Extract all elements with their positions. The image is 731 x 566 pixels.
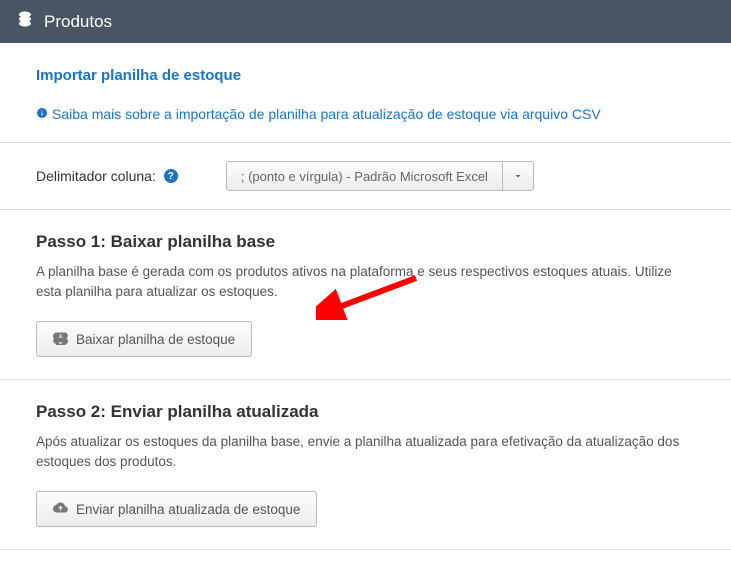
page-title: Produtos: [44, 12, 112, 32]
step-2: Passo 2: Enviar planilha atualizada Após…: [36, 380, 695, 549]
chevron-down-icon[interactable]: [503, 162, 533, 190]
delimiter-select[interactable]: ; (ponto e vírgula) - Padrão Microsoft E…: [226, 161, 534, 191]
info-link[interactable]: Saiba mais sobre a importação de planilh…: [36, 106, 601, 122]
step-1-description: A planilha base é gerada com os produtos…: [36, 262, 695, 301]
divider: [0, 549, 731, 550]
step-2-title: Passo 2: Enviar planilha atualizada: [36, 402, 695, 422]
download-sheet-button[interactable]: Baixar planilha de estoque: [36, 321, 252, 357]
delimiter-selected: ; (ponto e vírgula) - Padrão Microsoft E…: [227, 162, 503, 190]
download-sheet-label: Baixar planilha de estoque: [76, 332, 235, 347]
upload-sheet-button[interactable]: Enviar planilha atualizada de estoque: [36, 491, 317, 527]
help-icon[interactable]: ?: [164, 169, 178, 183]
upload-sheet-label: Enviar planilha atualizada de estoque: [76, 502, 300, 517]
step-1: Passo 1: Baixar planilha base A planilha…: [36, 210, 695, 379]
info-link-text: Saiba mais sobre a importação de planilh…: [52, 106, 601, 122]
info-icon: [36, 106, 48, 122]
cloud-upload-icon: [53, 500, 68, 518]
delimiter-row: Delimitador coluna: ? ; (ponto e vírgula…: [36, 143, 695, 209]
page-header: Produtos: [0, 0, 731, 43]
step-1-title: Passo 1: Baixar planilha base: [36, 232, 695, 252]
cloud-download-icon: [53, 330, 68, 348]
delimiter-label: Delimitador coluna:: [36, 168, 156, 184]
step-2-description: Após atualizar os estoques da planilha b…: [36, 432, 695, 471]
import-title: Importar planilha de estoque: [36, 67, 695, 84]
database-icon: [16, 10, 34, 33]
